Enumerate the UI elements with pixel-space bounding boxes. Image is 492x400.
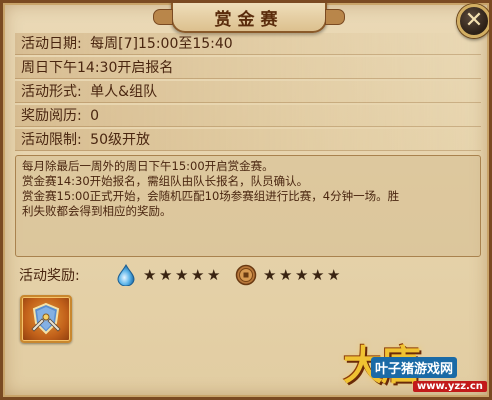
- water-drop-icon[interactable]: [115, 264, 137, 286]
- reward-label: 活动奖励:: [19, 268, 80, 284]
- star-icon: ★: [279, 266, 294, 284]
- watermark-site: 叶子猪游戏网: [371, 357, 458, 378]
- info-value: 0: [90, 108, 100, 124]
- info-row-registration: 周日下午14:30开启报名: [15, 57, 481, 79]
- event-description: 每月除最后一周外的周日下午15:00开启赏金赛。 赏金赛14:30开始报名，需组…: [15, 155, 481, 257]
- info-row-experience: 奖励阅历: 0: [15, 105, 481, 127]
- copper-coin-icon[interactable]: [235, 264, 257, 286]
- info-label: 奖励阅历:: [21, 108, 82, 124]
- watermark-url: www.yzz.cn: [413, 381, 487, 392]
- description-line: 利失败都会得到相应的奖励。: [22, 204, 172, 218]
- info-value: 每周[7]15:00至15:40: [90, 36, 233, 52]
- event-panel: 赏金赛 ✕ 活动日期: 每周[7]15:00至15:40 周日下午14:30开启…: [0, 0, 492, 400]
- event-info: 活动日期: 每周[7]15:00至15:40 周日下午14:30开启报名 活动形…: [15, 33, 481, 155]
- info-value: 单人&组队: [90, 84, 158, 100]
- description-line: 每月除最后一周外的周日下午15:00开启赏金赛。: [22, 159, 274, 173]
- info-value: 50级开放: [90, 132, 150, 148]
- star-icon: ★: [175, 266, 190, 284]
- info-label: 活动限制:: [21, 132, 82, 148]
- reward-row: 活动奖励: ★ ★ ★ ★ ★ ★ ★ ★ ★ ★: [19, 264, 479, 286]
- sword-shield-emblem-icon: [31, 302, 61, 335]
- description-line: 赏金赛15:00正式开始，会随机匹配10场参赛组进行比赛，4分钟一场。胜: [22, 189, 400, 203]
- description-line: 赏金赛14:30开始报名，需组队由队长报名，队员确认。: [22, 174, 309, 188]
- info-row-date: 活动日期: 每周[7]15:00至15:40: [15, 33, 481, 55]
- star-icon: ★: [311, 266, 326, 284]
- info-row-format: 活动形式: 单人&组队: [15, 81, 481, 103]
- star-icon: ★: [159, 266, 174, 284]
- close-icon: ✕: [464, 8, 484, 33]
- reward-rating-2: ★ ★ ★ ★ ★: [263, 266, 341, 284]
- title-banner: 赏金赛: [153, 3, 345, 33]
- star-icon: ★: [263, 266, 278, 284]
- info-row-restriction: 活动限制: 50级开放: [15, 129, 481, 151]
- star-icon: ★: [207, 266, 222, 284]
- reward-item-slot[interactable]: [20, 295, 72, 343]
- info-value: 周日下午14:30开启报名: [21, 60, 174, 76]
- panel-title: 赏金赛: [214, 9, 284, 30]
- reward-rating-1: ★ ★ ★ ★ ★: [143, 266, 221, 284]
- star-icon: ★: [191, 266, 206, 284]
- info-label: 活动日期:: [21, 36, 82, 52]
- site-watermark: 大唐 叶子猪游戏网 www.yzz.cn: [343, 333, 489, 397]
- star-icon: ★: [327, 266, 342, 284]
- star-icon: ★: [295, 266, 310, 284]
- info-label: 活动形式:: [21, 84, 82, 100]
- star-icon: ★: [143, 266, 158, 284]
